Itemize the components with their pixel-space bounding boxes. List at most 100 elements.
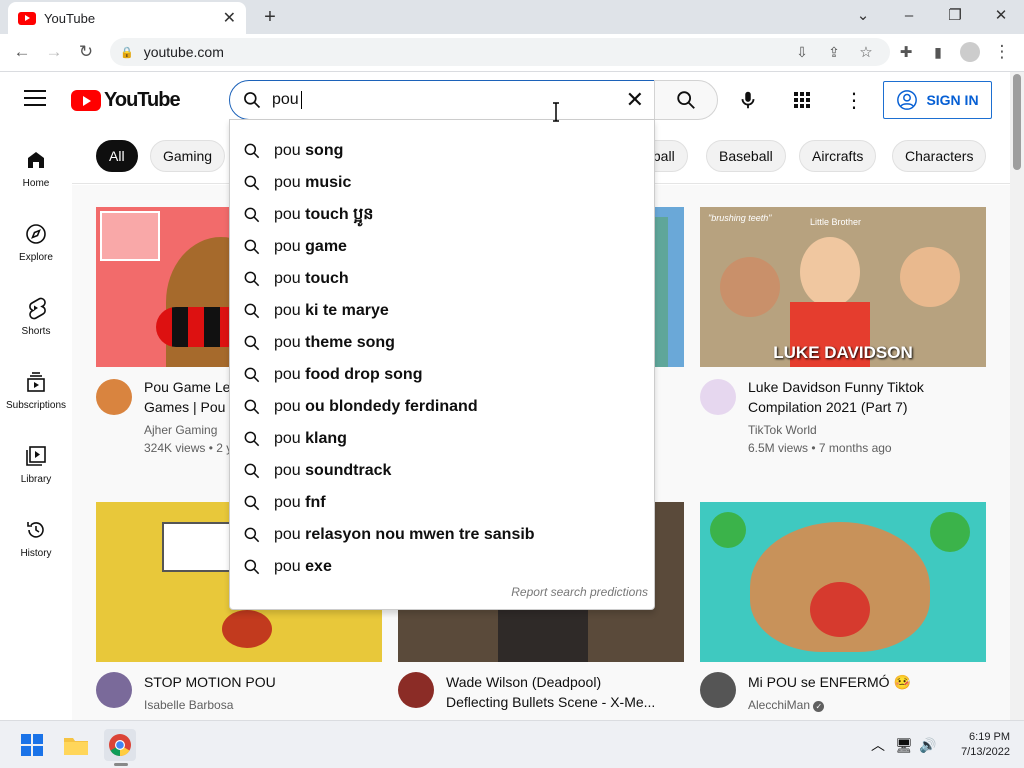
- tab-title: YouTube: [44, 10, 96, 26]
- new-tab-button[interactable]: +: [256, 4, 284, 30]
- channel-name[interactable]: TikTok World: [748, 423, 986, 437]
- suggestion-text: pou exe: [274, 558, 332, 575]
- search-icon: [244, 175, 260, 191]
- suggestion-text: pou theme song: [274, 334, 395, 351]
- video-thumbnail[interactable]: "brushing teeth" Little Brother LUKE DAV…: [700, 207, 986, 367]
- taskbar-clock[interactable]: 6:19 PM 7/13/2022: [961, 730, 1010, 760]
- back-icon[interactable]: ←: [6, 34, 38, 70]
- search-icon: [244, 399, 260, 415]
- volume-icon[interactable]: 🔊: [912, 729, 944, 761]
- suggestion-item[interactable]: pou music: [230, 167, 654, 199]
- clear-search-icon[interactable]: ✕: [626, 87, 644, 113]
- suggestion-item[interactable]: pou ki te marye: [230, 295, 654, 327]
- sidebar-item-explore[interactable]: Explore: [0, 222, 72, 263]
- chrome-taskbar-icon[interactable]: [104, 729, 136, 761]
- video-title[interactable]: Wade Wilson (Deadpool) Deflecting Bullet…: [446, 672, 684, 712]
- reload-icon[interactable]: ↻: [70, 34, 102, 70]
- text-cursor-icon: [552, 102, 560, 122]
- forward-icon[interactable]: →: [38, 34, 70, 70]
- search-button[interactable]: [654, 80, 718, 120]
- voice-search-button[interactable]: [728, 80, 768, 120]
- side-panel-icon[interactable]: ▮: [922, 34, 954, 70]
- sidebar-item-home[interactable]: Home: [0, 148, 72, 189]
- chip-gaming[interactable]: Gaming: [150, 140, 226, 172]
- settings-more-icon[interactable]: ⋮: [842, 88, 866, 112]
- verified-icon: ✓: [813, 701, 825, 712]
- search-input[interactable]: pou ✕: [229, 80, 655, 120]
- bookmark-star-icon[interactable]: ☆: [850, 34, 882, 70]
- suggestion-item[interactable]: pou touch: [230, 263, 654, 295]
- active-app-indicator: [114, 763, 128, 766]
- chip-characters[interactable]: Characters: [892, 140, 987, 172]
- search-icon: [244, 303, 260, 319]
- channel-name[interactable]: AlecchiMan ✓: [748, 698, 986, 712]
- apps-grid-icon[interactable]: [790, 88, 814, 112]
- suggestion-item[interactable]: pou theme song: [230, 327, 654, 359]
- sidebar-item-history[interactable]: History: [0, 518, 72, 559]
- suggestion-text: pou touch: [274, 270, 349, 287]
- hamburger-menu-icon[interactable]: [24, 90, 46, 108]
- extensions-icon[interactable]: ✚: [890, 34, 922, 70]
- suggestion-item[interactable]: pou fnf: [230, 487, 654, 519]
- restore-button[interactable]: ❐: [932, 0, 978, 30]
- suggestion-item[interactable]: pou ou blondedy ferdinand: [230, 391, 654, 423]
- sidebar-item-subscriptions[interactable]: Subscriptions: [0, 370, 72, 411]
- install-app-icon[interactable]: ⇩: [786, 34, 818, 70]
- video-title[interactable]: Mi POU se ENFERMÓ 🤒: [748, 672, 986, 692]
- search-icon: [244, 92, 261, 109]
- browser-tab[interactable]: YouTube ✕: [8, 2, 246, 34]
- profile-icon[interactable]: [954, 34, 986, 70]
- channel-name[interactable]: Isabelle Barbosa: [144, 698, 382, 712]
- youtube-logo[interactable]: YouTube: [71, 89, 181, 112]
- channel-avatar[interactable]: [96, 672, 132, 708]
- scrollbar-thumb[interactable]: [1013, 74, 1021, 170]
- search-icon: [244, 367, 260, 383]
- suggestion-item[interactable]: pou food drop song: [230, 359, 654, 391]
- suggestion-item[interactable]: pou song: [230, 135, 654, 167]
- video-card[interactable]: "brushing teeth" Little Brother LUKE DAV…: [700, 207, 986, 457]
- suggestion-text: pou food drop song: [274, 366, 423, 383]
- share-icon[interactable]: ⇪: [818, 34, 850, 70]
- suggestion-text: pou game: [274, 238, 347, 255]
- suggestion-item[interactable]: pou soundtrack: [230, 455, 654, 487]
- channel-avatar[interactable]: [398, 672, 434, 708]
- compass-icon: [26, 224, 46, 244]
- suggestion-item[interactable]: pou game: [230, 231, 654, 263]
- suggestion-text: pou fnf: [274, 494, 326, 511]
- chip-all[interactable]: All: [96, 140, 138, 172]
- library-icon: [26, 446, 46, 466]
- tab-close-icon[interactable]: ✕: [223, 8, 236, 28]
- chip-aircrafts[interactable]: Aircrafts: [799, 140, 877, 172]
- video-title[interactable]: Luke Davidson Funny Tiktok Compilation 2…: [748, 377, 986, 417]
- file-explorer-icon[interactable]: [60, 729, 92, 761]
- address-bar[interactable]: 🔒 youtube.com: [110, 38, 890, 66]
- suggestion-item[interactable]: pou touch ប្អូន: [230, 199, 654, 231]
- windows-taskbar: ︿ 🖥 🔊 6:19 PM 7/13/2022: [0, 720, 1024, 768]
- suggestion-item[interactable]: pou exe: [230, 551, 654, 583]
- browser-tab-strip: YouTube ✕ + ⌄ – ❐ ✕: [0, 0, 1024, 34]
- close-window-button[interactable]: ✕: [978, 0, 1024, 30]
- channel-avatar[interactable]: [700, 379, 736, 415]
- chip-baseball[interactable]: Baseball: [706, 140, 786, 172]
- channel-avatar[interactable]: [700, 672, 736, 708]
- video-title[interactable]: STOP MOTION POU: [144, 672, 382, 692]
- minimize-button[interactable]: –: [886, 0, 932, 30]
- sign-in-button[interactable]: SIGN IN: [883, 81, 992, 119]
- video-card[interactable]: Mi POU se ENFERMÓ 🤒 AlecchiMan ✓: [700, 502, 986, 720]
- windows-start-icon[interactable]: [16, 729, 48, 761]
- channel-avatar[interactable]: [96, 379, 132, 415]
- suggestion-item[interactable]: pou klang: [230, 423, 654, 455]
- video-thumbnail[interactable]: [700, 502, 986, 662]
- youtube-favicon-icon: [18, 11, 36, 25]
- sidebar-item-shorts[interactable]: Shorts: [0, 296, 72, 337]
- browser-menu-icon[interactable]: ⋮: [986, 34, 1018, 70]
- search-icon: [244, 431, 260, 447]
- suggestion-text: pou ou blondedy ferdinand: [274, 398, 478, 415]
- suggestion-item[interactable]: pou relasyon nou mwen tre sansib: [230, 519, 654, 551]
- subscriptions-icon: [27, 372, 45, 392]
- sidebar-item-library[interactable]: Library: [0, 444, 72, 485]
- search-icon: [244, 143, 260, 159]
- tab-search-icon[interactable]: ⌄: [840, 0, 886, 30]
- suggestion-text: pou music: [274, 174, 352, 191]
- report-predictions-link[interactable]: Report search predictions: [511, 585, 648, 599]
